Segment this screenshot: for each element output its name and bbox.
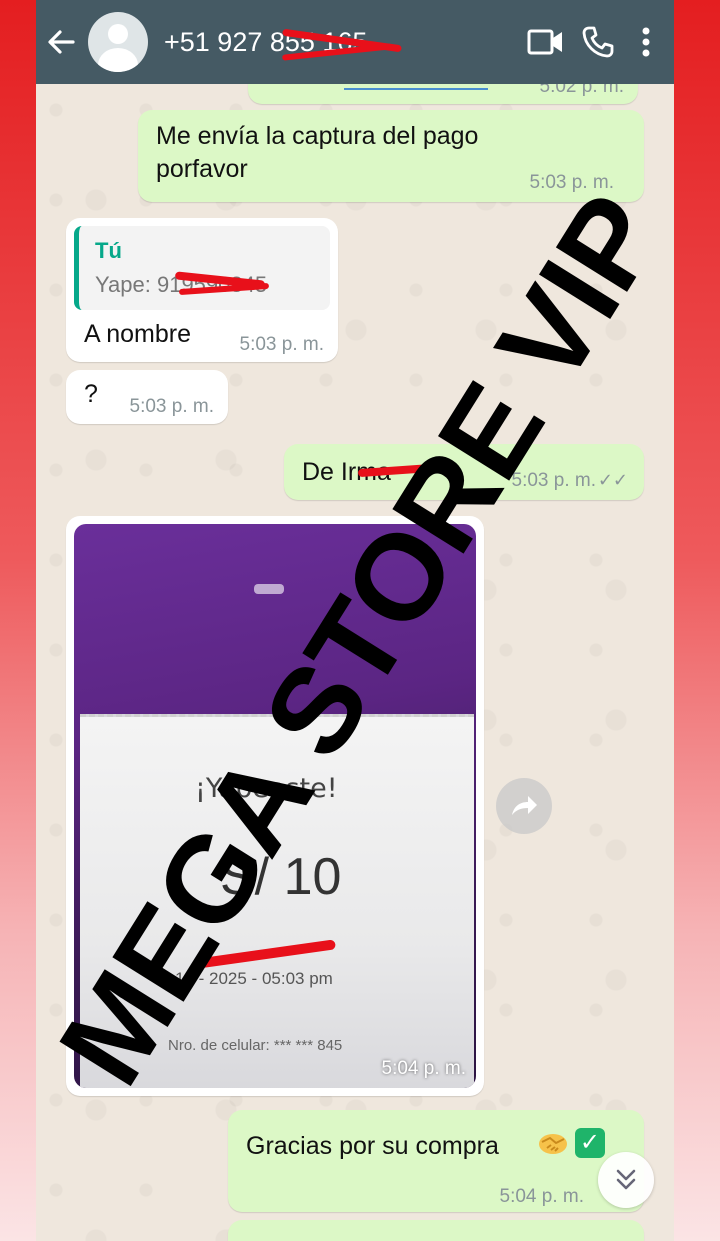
voice-call-icon <box>582 26 614 58</box>
video-call-button[interactable] <box>520 0 572 84</box>
back-button[interactable] <box>36 0 86 84</box>
message-time: 5:03 p. m. <box>511 470 597 491</box>
message-bubble-outgoing[interactable]: Gracias por su compra ✓ 5:04 p. m. <box>228 1110 644 1212</box>
handshake-emoji-icon <box>539 1134 567 1155</box>
scroll-to-bottom-button[interactable] <box>598 1152 654 1208</box>
message-text: A nombre <box>84 320 192 348</box>
payment-screenshot-image[interactable]: ¡Yapeaste! S/ 10 15 - 2025 - 05:03 pm Nr… <box>74 524 476 1088</box>
message-bubble-incoming[interactable]: ? 5:03 p. m. <box>66 370 228 424</box>
message-time: 5:03 p. m. <box>239 334 325 355</box>
forward-icon <box>512 796 537 815</box>
message-bubble-incoming[interactable]: Tú Yape: 919590845 A nombre 5:03 p. m. <box>66 218 338 362</box>
double-chevron-down-icon <box>616 1169 636 1190</box>
emoji-group: ✓ <box>538 1128 605 1159</box>
message-time: 5:03 p. m. <box>529 172 615 193</box>
voice-call-button[interactable] <box>572 0 624 84</box>
link-underline <box>344 88 488 90</box>
yape-receipt: ¡Yapeaste! S/ 10 15 - 2025 - 05:03 pm Nr… <box>80 714 474 1088</box>
message-time: 5:03 p. m. <box>129 396 215 417</box>
message-text: porfavor <box>156 155 248 183</box>
contact-name[interactable]: +51 927 855 165 <box>164 27 520 61</box>
image-glare <box>254 584 284 594</box>
chat-header: +51 927 855 165 <box>36 0 674 84</box>
redaction-mark <box>195 939 337 969</box>
phone-screen: +51 927 855 165 5:02 p. m. Me envía la c <box>36 0 674 1241</box>
message-bubble-outgoing[interactable]: De Irma 5:03 p. m. ✓✓ <box>284 444 644 500</box>
message-text: ? <box>84 380 98 408</box>
read-receipt-icon: ✓✓ <box>597 470 628 490</box>
reply-author: Tú <box>95 238 122 263</box>
receipt-date: 15 - 2025 - 05:03 pm <box>175 969 333 988</box>
video-call-icon <box>527 29 562 55</box>
back-arrow-icon <box>48 30 75 54</box>
message-bubble-outgoing[interactable]: Me envía la captura del pago porfavor 5:… <box>138 110 644 202</box>
message-text: Me envía la captura del pago <box>156 122 479 150</box>
quoted-reply[interactable]: Tú Yape: 919590845 <box>74 226 330 310</box>
receipt-title: ¡Yapeaste! <box>195 773 338 804</box>
more-options-button[interactable] <box>624 0 668 84</box>
message-time: 5:04 p. m. <box>499 1186 585 1207</box>
check-mark-emoji-icon: ✓ <box>574 1128 605 1159</box>
message-text: Gracias por su compra <box>246 1132 499 1160</box>
receipt-amount: S/ 10 <box>220 848 342 906</box>
message-bubble-outgoing[interactable] <box>228 1220 644 1241</box>
receipt-phone: Nro. de celular: *** *** 845 <box>168 1037 343 1054</box>
message-time: 5:04 p. m. <box>381 1058 467 1079</box>
avatar[interactable] <box>88 12 148 72</box>
more-vert-icon <box>642 27 650 57</box>
forward-button[interactable] <box>496 778 552 834</box>
